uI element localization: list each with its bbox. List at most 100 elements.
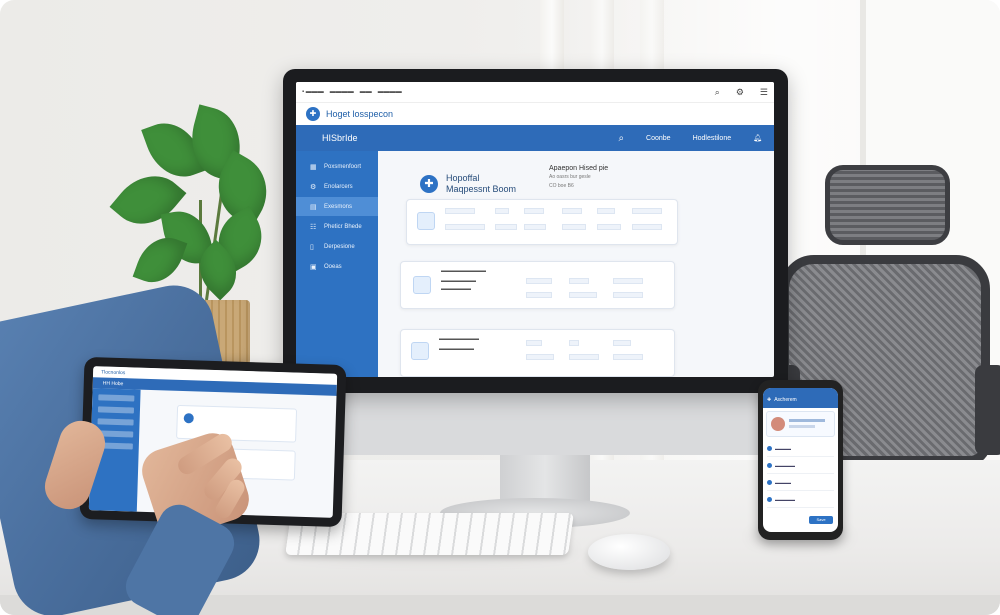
grid-icon: ▣ (310, 263, 317, 271)
main-content: ✚ Hopoffal Maqpessnt Boom Apaepon Hised … (378, 151, 774, 377)
phone-title: Ascherem (774, 397, 797, 403)
table-cell (526, 278, 552, 284)
monitor-icon (413, 276, 431, 294)
save-button[interactable]: Save (809, 516, 833, 524)
table-cell (569, 292, 597, 298)
table-cell (613, 354, 643, 360)
profile-card[interactable] (766, 411, 835, 437)
tablet-brand: Tlocnonlos (101, 369, 126, 377)
search-icon[interactable]: ⌕ (715, 87, 720, 98)
list-item[interactable]: ▬▬▬▬▬ (767, 491, 834, 508)
table-cell (526, 340, 542, 346)
appointments-panel[interactable] (406, 199, 678, 245)
table-cell (597, 208, 615, 214)
list-item[interactable]: ▬▬▬▬ (767, 474, 834, 491)
sidebar-item[interactable] (97, 406, 135, 414)
status-dot (767, 496, 772, 502)
table-cell (495, 224, 517, 230)
table-cell (569, 278, 589, 284)
phone-screen: ✚ Ascherem ▬▬▬▬ ▬▬▬▬▬ ▬▬▬▬ ▬▬▬▬▬ Save (763, 388, 838, 532)
os-menu-item[interactable]: ▬▬▬▬ (330, 89, 354, 95)
summary-line: Ao oasrs bur gesle (549, 174, 591, 180)
chart-icon: ▤ (310, 203, 317, 211)
reports-panel[interactable]: ▬▬▬▬▬▬▬▬ ▬▬▬▬▬▬▬ (400, 329, 675, 377)
table-cell (569, 354, 599, 360)
page-title: Hopoffal (446, 173, 480, 183)
stethoscope-icon (417, 212, 435, 230)
sidebar-item-label: Exesmons (324, 203, 353, 210)
calendar-icon: ▦ (310, 163, 317, 171)
table-cell (562, 224, 586, 230)
avatar (771, 417, 785, 431)
sidebar-item-label: Derpesione (324, 243, 355, 250)
panel-text: ▬▬▬▬▬▬▬▬▬ (441, 268, 486, 274)
app-brand: Hoget losspecon (326, 109, 394, 119)
app-header: ✚ Hoget losspecon (296, 103, 774, 125)
office-desk-scene: ▪ ▬▬▬ ▬▬▬▬ ▬▬ ▬▬▬▬ ⌕ ⚙ ☰ ✚ Hoget losspec… (0, 0, 1000, 615)
panel-text: ▬▬▬▬▬▬ (441, 286, 471, 292)
sidebar-item[interactable] (97, 418, 134, 426)
notification-icon[interactable]: 🔔︎ (753, 134, 762, 142)
tablet-nav-title: HH Hobe (102, 380, 124, 388)
table-cell (445, 208, 475, 214)
menu-icon[interactable]: ☰ (760, 87, 768, 98)
clipboard-icon (411, 342, 429, 360)
list-item[interactable]: ▬▬▬▬▬ (767, 457, 834, 474)
search-icon[interactable]: ⌕ (618, 133, 624, 144)
sidebar-item[interactable] (98, 394, 135, 402)
sidebar-item-label: Ooeas (324, 263, 342, 270)
nav-title: HISbrIde (322, 133, 358, 143)
sidebar-item[interactable]: ▯ Derpesione (296, 237, 378, 256)
gear-icon: ⚙ (310, 183, 317, 191)
panel-text: ▬▬▬▬▬▬▬ (441, 278, 476, 284)
header-summary: Apaepon Hised pie Ao oasrs bur gesle CO … (549, 164, 608, 191)
hospital-logo-icon: ✚ (306, 107, 320, 121)
sidebar-item[interactable]: ▣ Ooeas (296, 257, 378, 276)
summary-title: Apaepon Hised pie (549, 165, 609, 172)
summary-line: CO boe B6 (549, 183, 574, 189)
hospital-logo-icon: ✚ (767, 397, 772, 403)
monitor-screen: ▪ ▬▬▬ ▬▬▬▬ ▬▬ ▬▬▬▬ ⌕ ⚙ ☰ ✚ Hoget losspec… (296, 82, 774, 377)
page-subtitle: Maqpessnt Boom (446, 184, 517, 194)
table-cell (597, 224, 621, 230)
sidebar-item-label: Pheticr Bhede (324, 223, 362, 230)
phone-header: ✚ Ascherem (763, 388, 838, 408)
patients-panel[interactable]: ▬▬▬▬▬▬▬▬▬ ▬▬▬▬▬▬▬ ▬▬▬▬▬▬ (400, 261, 675, 309)
os-menu-item[interactable]: ▪ ▬▬▬ (302, 89, 324, 95)
table-cell (632, 208, 662, 214)
table-cell (613, 278, 643, 284)
table-cell (495, 208, 509, 214)
table-cell (632, 224, 662, 230)
status-dot (767, 479, 772, 485)
nav-link[interactable]: Hodlestilone (693, 135, 732, 142)
profile-line (789, 425, 815, 428)
table-cell (562, 208, 582, 214)
sidebar-item[interactable]: ☷ Pheticr Bhede (296, 217, 378, 236)
list-item[interactable]: ▬▬▬▬ (767, 440, 834, 457)
sidebar: ▦ Poxsmenfoort ⚙ Enolarcers ▤ Exesmons ☷ Phe… (296, 151, 378, 377)
os-menu-item[interactable]: ▬▬ (360, 89, 372, 95)
panel-text: ▬▬▬▬▬▬▬▬ (439, 336, 479, 342)
panel-text: ▬▬▬▬▬▬▬ (439, 346, 474, 352)
monitor-chin (300, 385, 770, 455)
mouse[interactable] (588, 534, 670, 570)
app-navbar: HISbrIde ⌕ Coonbe Hodlestilone 🔔︎ (296, 125, 774, 151)
table-cell (613, 292, 643, 298)
settings-icon[interactable]: ⚙ (736, 87, 744, 98)
table-cell (526, 354, 554, 360)
sidebar-item-label: Poxsmenfoort (324, 163, 362, 170)
sidebar-item[interactable]: ⚙ Enolarcers (296, 177, 378, 196)
hospital-icon: ✚ (420, 175, 438, 193)
table-cell (524, 208, 544, 214)
profile-line (789, 419, 825, 422)
os-menubar: ▪ ▬▬▬ ▬▬▬▬ ▬▬ ▬▬▬▬ ⌕ ⚙ ☰ (296, 82, 774, 103)
table-cell (524, 224, 546, 230)
sidebar-item-label: Enolarcers (324, 183, 353, 190)
table-cell (445, 224, 485, 230)
os-menu-item[interactable]: ▬▬▬▬ (378, 89, 402, 95)
table-cell (613, 340, 631, 346)
sidebar-item-active[interactable]: ▤ Exesmons (296, 197, 378, 216)
nav-link[interactable]: Coonbe (646, 135, 671, 142)
sidebar-item[interactable]: ▦ Poxsmenfoort (296, 157, 378, 176)
status-dot (767, 445, 772, 451)
